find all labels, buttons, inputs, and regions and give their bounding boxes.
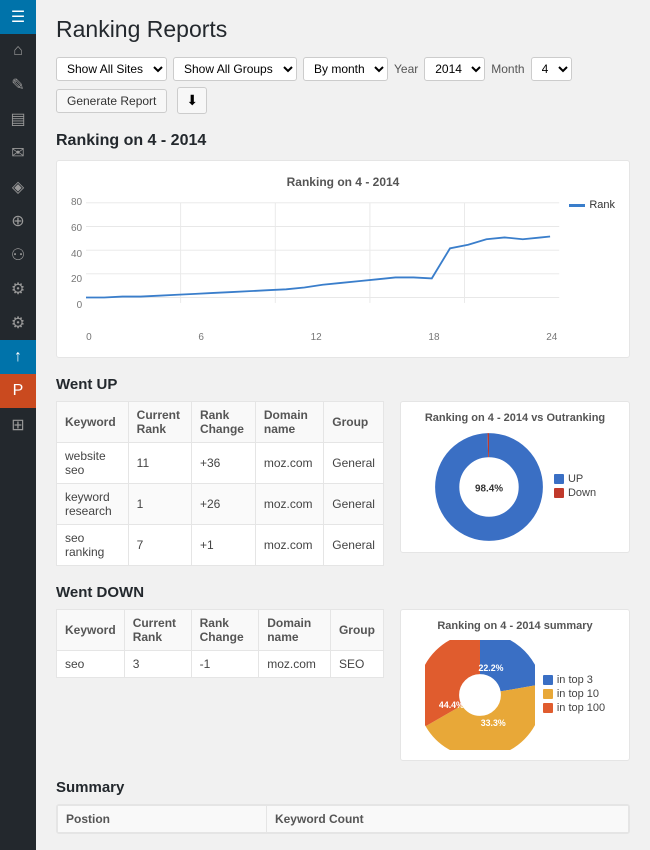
y-label-20: 20 <box>71 274 82 285</box>
summary-pie-svg: 22.2% 44.4% 33.3% <box>425 640 535 750</box>
col-keyword-d: Keyword <box>57 610 125 651</box>
col-group-d: Group <box>330 610 383 651</box>
sidebar-icon-appearance[interactable]: ◈ <box>0 170 36 204</box>
went-down-pie-chart: Ranking on 4 - 2014 summary <box>400 609 630 761</box>
col-current-rank-d: Current Rank <box>124 610 191 651</box>
sidebar-icon-extra[interactable]: ⊞ <box>0 408 36 442</box>
summary-label: Summary <box>56 779 630 796</box>
col-domain-d: Domain name <box>259 610 331 651</box>
period-select[interactable]: By month <box>303 57 388 81</box>
col-rank-change-d: Rank Change <box>191 610 259 651</box>
chart-legend-label: Rank <box>589 199 615 211</box>
sidebar-icon-users[interactable]: ⚇ <box>0 238 36 272</box>
svg-text:22.2%: 22.2% <box>478 663 503 673</box>
chart-card: Ranking on 4 - 2014 80 60 40 20 0 <box>56 160 630 358</box>
toolbar: Show All Sites Show All Groups By month … <box>56 57 630 114</box>
sidebar-icon-plugins[interactable]: ⊕ <box>0 204 36 238</box>
year-label: Year <box>394 62 418 76</box>
legend-up: UP <box>568 473 583 485</box>
legend-top3: in top 3 <box>557 674 593 686</box>
col-current-rank: Current Rank <box>128 402 191 443</box>
table-row: keyword research1+26moz.comGeneral <box>57 484 384 525</box>
summary-table: Postion Keyword Count <box>57 805 629 833</box>
main-content: Ranking Reports Show All Sites Show All … <box>36 0 650 850</box>
table-row: website seo11+36moz.comGeneral <box>57 443 384 484</box>
sidebar-icon-home[interactable]: ⌂ <box>0 34 36 68</box>
went-up-section: Went UP Keyword Current Rank Rank Change… <box>56 376 630 566</box>
summary-col-count: Keyword Count <box>266 806 628 833</box>
went-down-label: Went DOWN <box>56 584 630 601</box>
sidebar-icon-media[interactable]: ▤ <box>0 102 36 136</box>
x-label-0: 0 <box>86 332 92 343</box>
table-row: seo ranking7+1moz.comGeneral <box>57 525 384 566</box>
went-up-table-wrap: Keyword Current Rank Rank Change Domain … <box>56 401 384 566</box>
download-button[interactable]: ⬇ <box>177 87 207 114</box>
y-label-80: 80 <box>71 197 82 208</box>
went-down-section: Went DOWN Keyword Current Rank Rank Chan… <box>56 584 630 761</box>
col-keyword: Keyword <box>57 402 129 443</box>
group-select[interactable]: Show All Groups <box>173 57 297 81</box>
went-down-table: Keyword Current Rank Rank Change Domain … <box>56 609 384 678</box>
went-up-table: Keyword Current Rank Rank Change Domain … <box>56 401 384 566</box>
legend-top100: in top 100 <box>557 702 605 714</box>
col-rank-change: Rank Change <box>191 402 255 443</box>
sidebar-icon-tools[interactable]: ⚙ <box>0 272 36 306</box>
y-label-40: 40 <box>71 249 82 260</box>
chart-title: Ranking on 4 - 2014 <box>71 175 615 189</box>
svg-text:98.4%: 98.4% <box>475 483 503 494</box>
sidebar: ☰ ⌂ ✎ ▤ ✉ ◈ ⊕ ⚇ ⚙ ⚙ ↑ P ⊞ <box>0 0 36 850</box>
summary-col-position: Postion <box>58 806 267 833</box>
x-label-24: 24 <box>546 332 557 343</box>
went-down-pie-title: Ranking on 4 - 2014 summary <box>411 620 619 632</box>
svg-text:44.4%: 44.4% <box>439 700 464 710</box>
x-label-6: 6 <box>198 332 204 343</box>
went-down-table-wrap: Keyword Current Rank Rank Change Domain … <box>56 609 384 678</box>
x-label-18: 18 <box>428 332 439 343</box>
sidebar-icon-settings[interactable]: ⚙ <box>0 306 36 340</box>
generate-report-button[interactable]: Generate Report <box>56 89 167 113</box>
summary-table-wrap: Postion Keyword Count <box>56 804 630 834</box>
sidebar-icon-special[interactable]: P <box>0 374 36 408</box>
sidebar-icon-menu[interactable]: ☰ <box>0 0 36 34</box>
summary-section: Summary Postion Keyword Count <box>56 779 630 834</box>
y-label-60: 60 <box>71 223 82 234</box>
went-up-pie-title: Ranking on 4 - 2014 vs Outranking <box>411 412 619 424</box>
month-select[interactable]: 4 <box>531 57 572 81</box>
donut-svg: 98.4% <box>434 432 544 542</box>
line-chart-svg <box>86 197 559 327</box>
x-label-12: 12 <box>311 332 322 343</box>
sidebar-icon-comments[interactable]: ✉ <box>0 136 36 170</box>
legend-top10: in top 10 <box>557 688 599 700</box>
month-label: Month <box>491 62 524 76</box>
ranking-section-title: Ranking on 4 - 2014 <box>56 132 630 150</box>
sidebar-icon-posts[interactable]: ✎ <box>0 68 36 102</box>
went-up-label: Went UP <box>56 376 630 393</box>
col-group: Group <box>324 402 384 443</box>
year-select[interactable]: 2014 <box>424 57 485 81</box>
legend-down: Down <box>568 487 596 499</box>
site-select[interactable]: Show All Sites <box>56 57 167 81</box>
chart-legend-line <box>569 204 585 207</box>
went-up-pie-legend: UP Down <box>554 473 596 501</box>
went-down-pie-legend: in top 3 in top 10 in top 100 <box>543 674 605 716</box>
page-title: Ranking Reports <box>56 16 630 43</box>
col-domain: Domain name <box>255 402 323 443</box>
sidebar-icon-seo[interactable]: ↑ <box>0 340 36 374</box>
y-label-0: 0 <box>71 300 82 311</box>
went-up-pie-chart: Ranking on 4 - 2014 vs Outranking <box>400 401 630 553</box>
svg-text:33.3%: 33.3% <box>481 718 506 728</box>
